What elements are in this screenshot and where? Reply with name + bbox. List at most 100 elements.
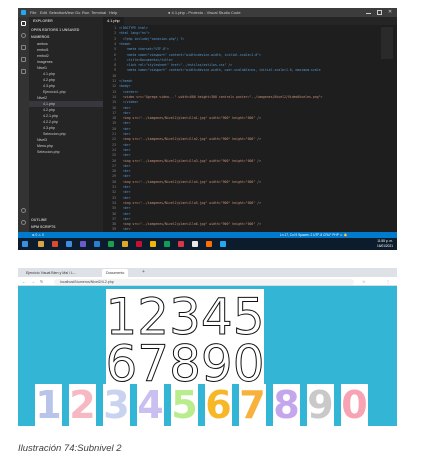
- outline-header[interactable]: OUTLINE: [29, 217, 103, 223]
- line-text: <video src="Agrega video..." width=600 h…: [119, 94, 323, 99]
- taskbar-app-icon[interactable]: [38, 241, 44, 247]
- run-debug-icon[interactable]: [21, 57, 26, 62]
- menu-edit[interactable]: Edit: [40, 8, 47, 17]
- line-text: <br>: [119, 105, 131, 110]
- line-text: <meta name="viewport" content="width=dev…: [119, 52, 262, 57]
- new-tab-icon[interactable]: +: [142, 269, 145, 275]
- menu-help[interactable]: Help: [109, 8, 117, 17]
- line-text: <br>: [119, 227, 131, 232]
- taskbar-app-icon[interactable]: [206, 241, 212, 247]
- account-icon[interactable]: [21, 208, 26, 213]
- menu-run[interactable]: Run: [82, 8, 89, 17]
- menu-terminal[interactable]: Terminal: [91, 8, 106, 17]
- maximize-icon[interactable]: [377, 10, 382, 15]
- line-text: <br>: [119, 153, 131, 158]
- line-text: <html lang="es">: [119, 31, 150, 36]
- line-text: <img src="../imagenes/Nivel2/plantilla3.…: [119, 158, 262, 163]
- editor-tabs: 4.1.php: [103, 17, 397, 25]
- digit-card: 6: [205, 384, 232, 426]
- vscode-screenshot: File Edit Selection View Go Run Terminal…: [18, 8, 397, 250]
- line-text: <br>: [119, 142, 131, 147]
- menu-file[interactable]: File: [30, 8, 36, 17]
- taskbar-app-icon[interactable]: [150, 241, 156, 247]
- reload-icon[interactable]: ↻: [40, 279, 43, 284]
- close-icon[interactable]: ✕: [388, 10, 393, 15]
- menu-selection[interactable]: Selection: [49, 8, 65, 17]
- line-text: <br>: [119, 206, 131, 211]
- explorer-icon[interactable]: [21, 21, 26, 26]
- digit-card: 3: [103, 384, 130, 426]
- explorer-title: EXPLORER: [33, 19, 53, 23]
- line-text: <meta name="viewport" content="width=dev…: [119, 68, 321, 73]
- open-editors-header[interactable]: OPEN EDITORS 1 UNSAVED: [29, 27, 103, 33]
- digit-card: 7: [239, 384, 266, 426]
- taskbar-app-icon[interactable]: [164, 241, 170, 247]
- search-icon[interactable]: [21, 33, 26, 38]
- gear-icon[interactable]: [21, 220, 26, 225]
- minimap[interactable]: [381, 27, 393, 59]
- digit: 4: [137, 383, 164, 426]
- line-text: <body>: [119, 84, 131, 89]
- colored-numbers-strip: 1234567890: [35, 384, 376, 426]
- digit-card: 2: [69, 384, 96, 426]
- line-text: <br>: [119, 211, 131, 216]
- taskbar-app-icon[interactable]: [52, 241, 58, 247]
- line-text: <img src="../imagenes/Nivel2/plantilla1.…: [119, 116, 262, 121]
- browser-tab[interactable]: Ejercicio Visual Bien y Mal / L...: [22, 269, 80, 277]
- line-text: <br>: [119, 169, 131, 174]
- star-icon[interactable]: ☆: [362, 279, 366, 284]
- line-text: <br>: [119, 126, 131, 131]
- digit: 1: [35, 383, 62, 426]
- web-page: 12345 67890 1234567890: [18, 286, 397, 426]
- line-text: <!DOCTYPE html>: [119, 26, 148, 30]
- taskbar-app-icon[interactable]: [94, 241, 100, 247]
- windows-taskbar: 11:55 p. m. 16/01/2021: [18, 238, 397, 250]
- line-text: </head>: [119, 79, 133, 83]
- start-icon[interactable]: [22, 241, 28, 247]
- editor-tab-active[interactable]: 4.1.php: [103, 17, 124, 25]
- taskbar-app-icon[interactable]: [80, 241, 86, 247]
- line-text: <center>: [119, 89, 139, 94]
- line-text: <img src="../imagenes/Nivel2/plantilla4.…: [119, 179, 262, 184]
- taskbar-app-icon[interactable]: [136, 241, 142, 247]
- digit: 5: [171, 383, 198, 426]
- workspace-header[interactable]: NUMEROS: [29, 34, 103, 40]
- menu-view[interactable]: View: [65, 8, 74, 17]
- browser-tab-active[interactable]: Documento: [102, 269, 129, 277]
- source-control-icon[interactable]: [21, 45, 26, 50]
- taskbar-app-icon[interactable]: [192, 241, 198, 247]
- vscode-titlebar: File Edit Selection View Go Run Terminal…: [18, 8, 397, 17]
- digit: 3: [103, 383, 130, 426]
- taskbar-app-icon[interactable]: [108, 241, 114, 247]
- line-text: <title>Documento</title>: [119, 57, 173, 62]
- menu-icon[interactable]: ⋮: [386, 279, 390, 284]
- poster-numbers-bottom: 67890: [106, 335, 264, 384]
- npm-scripts-header[interactable]: NPM SCRIPTS: [29, 224, 103, 230]
- taskbar-app-icon[interactable]: [66, 241, 72, 247]
- taskbar-app-icon[interactable]: [178, 241, 184, 247]
- browser-toolbar: ← → ↻ localhost/Numeros/Nivel2/4.2.php ☆…: [18, 277, 397, 286]
- digit: 0: [341, 383, 368, 426]
- window-title: ● 4.1.php - Proiecto - Visual Studio Cod…: [168, 10, 241, 15]
- digit-card: 4: [137, 384, 164, 426]
- line-text: <img src="../imagenes/Nivel2/plantilla6.…: [119, 222, 262, 227]
- digit: 7: [239, 383, 266, 426]
- tree-item[interactable]: Seleccion.php: [29, 149, 103, 155]
- figure-caption: Ilustración 74:Subnivel 2: [18, 443, 122, 454]
- back-icon[interactable]: ←: [22, 279, 26, 284]
- line-text: <img src="../imagenes/Nivel2/plantilla5.…: [119, 200, 262, 205]
- line-text: <head>: [119, 41, 131, 46]
- line-text: </video>: [119, 100, 139, 105]
- menu-go[interactable]: Go: [75, 8, 80, 17]
- extensions-icon[interactable]: [21, 69, 26, 74]
- line-text: <br>: [119, 216, 131, 221]
- vscode-taskbar-icon[interactable]: [220, 241, 226, 247]
- code-editor[interactable]: 4.1.php 1 <!DOCTYPE html> 2 <html lang="es"…: [103, 17, 397, 237]
- address-bar[interactable]: localhost/Numeros/Nivel2/4.2.php: [54, 278, 354, 285]
- minimize-icon[interactable]: [366, 10, 371, 14]
- forward-icon[interactable]: →: [31, 279, 35, 284]
- digit: 2: [69, 383, 96, 426]
- taskbar-app-icon[interactable]: [122, 241, 128, 247]
- digit-card: 0: [341, 384, 368, 426]
- taskbar-clock[interactable]: 11:55 p. m. 16/01/2021: [377, 239, 393, 249]
